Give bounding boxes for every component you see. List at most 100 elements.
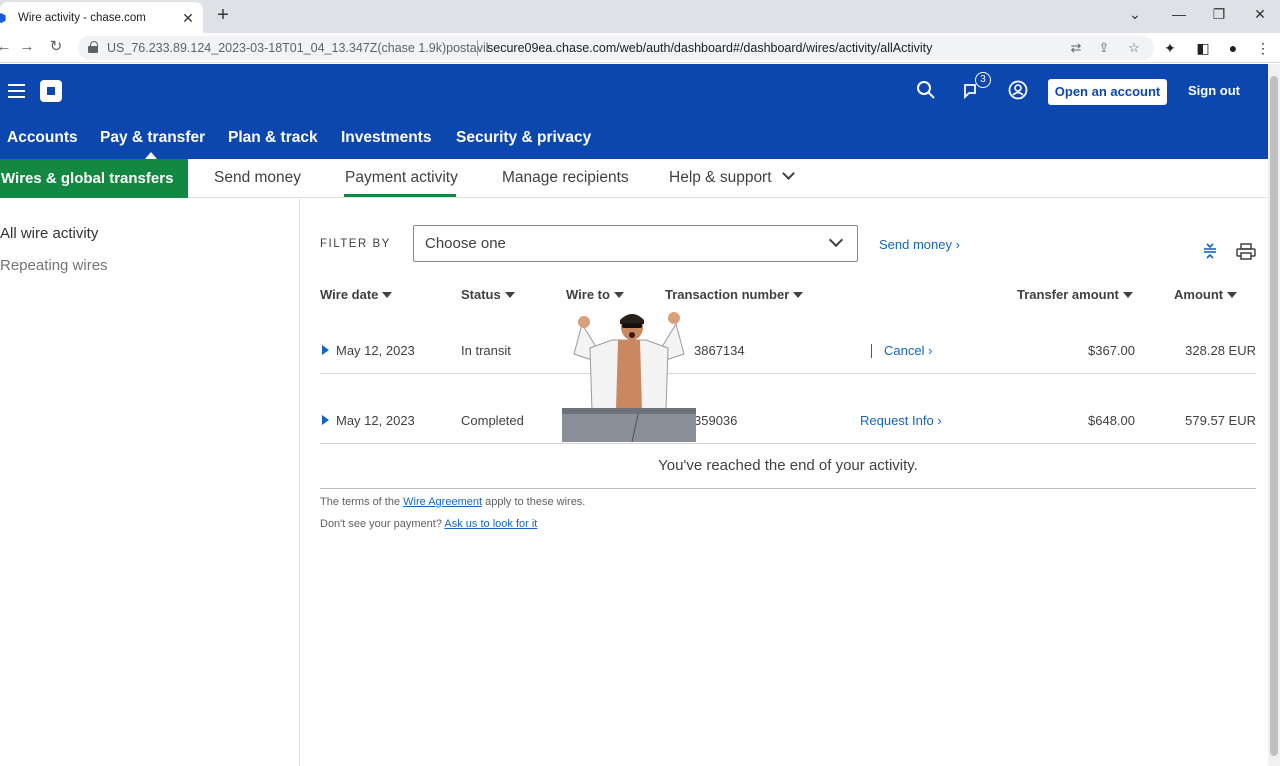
row-date: May 12, 2023	[336, 413, 415, 428]
request-info-link[interactable]: Request Info ›	[860, 413, 942, 428]
sub-nav: Wires & global transfers Send money Paym…	[0, 159, 1268, 198]
new-tab-icon[interactable]: +	[213, 5, 233, 25]
sign-out-button[interactable]: Sign out	[1188, 83, 1240, 98]
tab-manage-recipients[interactable]: Manage recipients	[502, 169, 629, 187]
row-transaction-number: 3867134	[694, 343, 745, 358]
chase-favicon-icon: ⬢	[0, 10, 7, 25]
col-transaction-number[interactable]: Transaction number	[665, 287, 804, 302]
expand-row-icon[interactable]	[322, 415, 329, 425]
help-support-label: Help & support	[669, 169, 772, 186]
chevron-right-icon: ›	[937, 413, 942, 428]
tab-close-icon[interactable]: ✕	[180, 10, 196, 26]
extensions-icon[interactable]: ✦	[1160, 38, 1180, 58]
filter-select[interactable]: Choose one	[413, 225, 858, 262]
table-row[interactable]: May 12, 2023 Completed 359036 Request In…	[320, 374, 1256, 444]
send-money-link[interactable]: Send money ›	[879, 237, 960, 252]
sort-icon	[1122, 292, 1133, 298]
action-divider	[871, 344, 872, 358]
wire-agreement-link[interactable]: Wire Agreement	[403, 496, 482, 508]
minimize-icon[interactable]: —	[1165, 4, 1193, 24]
search-icon[interactable]	[915, 79, 937, 101]
share-icon[interactable]: ⇪	[1094, 38, 1114, 58]
vertical-scrollbar[interactable]	[1268, 64, 1280, 766]
chevron-right-icon: ›	[955, 237, 960, 252]
terms-note: The terms of the Wire Agreement apply to…	[320, 496, 585, 508]
active-nav-caret	[145, 152, 157, 159]
browser-tab-bar: ⬢ Wire activity - chase.com ✕ + ⌄ — ❐ ✕	[0, 0, 1280, 33]
menu-icon[interactable]	[8, 84, 25, 98]
collapse-all-icon[interactable]	[1202, 241, 1218, 259]
bookmark-star-icon[interactable]: ☆	[1124, 38, 1144, 58]
col-wire-to-label: Wire to	[566, 287, 610, 302]
filter-value: Choose one	[425, 235, 506, 252]
row-amount: 579.57 EUR	[1185, 413, 1256, 428]
notification-badge: 3	[975, 72, 991, 88]
restore-icon[interactable]: ❐	[1205, 4, 1233, 24]
back-icon[interactable]: ←	[0, 37, 14, 57]
active-tab-underline	[344, 194, 456, 197]
request-info-label: Request Info	[860, 413, 934, 428]
lock-icon	[88, 41, 98, 54]
open-account-button[interactable]: Open an account	[1048, 79, 1167, 105]
sidebar-item-all-wire-activity[interactable]: All wire activity	[0, 225, 98, 242]
address-bar[interactable]: US_76.233.89.124_2023-03-18T01_04_13.347…	[78, 36, 1154, 60]
reload-icon[interactable]: ↻	[46, 37, 66, 57]
col-wire-to[interactable]: Wire to	[566, 287, 624, 302]
chevron-right-icon: ›	[928, 343, 933, 358]
tab-search-icon[interactable]: ⌄	[1121, 4, 1149, 24]
tab-send-money[interactable]: Send money	[214, 169, 301, 187]
divider	[320, 488, 1256, 489]
nav-plan-track[interactable]: Plan & track	[228, 129, 318, 147]
row-date: May 12, 2023	[336, 343, 415, 358]
col-transfer-amount[interactable]: Transfer amount	[1017, 287, 1133, 302]
print-icon[interactable]	[1236, 243, 1256, 260]
profile-icon[interactable]: ●	[1223, 38, 1243, 58]
end-of-activity-message: You've reached the end of your activity.	[658, 457, 918, 474]
side-panel-icon[interactable]: ◧	[1193, 38, 1213, 58]
celebrating-man-sticker	[562, 312, 696, 442]
sort-icon	[504, 292, 515, 298]
expand-row-icon[interactable]	[322, 345, 329, 355]
missing-prefix: Don't see your payment?	[320, 518, 442, 530]
col-amount[interactable]: Amount	[1174, 287, 1238, 302]
translate-icon[interactable]: ⇄	[1066, 38, 1086, 58]
nav-accounts[interactable]: Accounts	[7, 129, 78, 147]
browser-toolbar: ← → ↻ US_76.233.89.124_2023-03-18T01_04_…	[0, 33, 1280, 63]
col-wire-date[interactable]: Wire date	[320, 287, 393, 302]
browser-menu-icon[interactable]: ⋮	[1253, 38, 1273, 58]
col-status[interactable]: Status	[461, 287, 515, 302]
address-url: secure09ea.chase.com/web/auth/dashboard#…	[487, 41, 933, 55]
nav-security-privacy[interactable]: Security & privacy	[456, 129, 591, 147]
profile-icon[interactable]	[1007, 79, 1029, 101]
row-amount: 328.28 EUR	[1185, 343, 1256, 358]
wire-sidebar: All wire activity Repeating wires	[0, 199, 300, 766]
forward-icon[interactable]: →	[17, 37, 37, 57]
chevron-down-icon	[828, 232, 844, 248]
tab-payment-activity[interactable]: Payment activity	[345, 169, 458, 187]
tab-wires-global-transfers[interactable]: Wires & global transfers	[0, 159, 188, 198]
chase-logo[interactable]	[40, 80, 62, 102]
chevron-down-icon	[781, 167, 795, 180]
cancel-link[interactable]: Cancel ›	[884, 343, 932, 358]
ask-us-link[interactable]: Ask us to look for it	[444, 518, 537, 530]
row-status: In transit	[461, 343, 511, 358]
address-hint: US_76.233.89.124_2023-03-18T01_04_13.347…	[107, 41, 489, 55]
sidebar-item-repeating-wires[interactable]: Repeating wires	[0, 257, 108, 274]
nav-pay-transfer[interactable]: Pay & transfer	[100, 129, 205, 147]
row-transfer-amount: $648.00	[1088, 413, 1135, 428]
scrollbar-thumb[interactable]	[1270, 76, 1278, 756]
sort-icon	[793, 292, 804, 298]
address-separator	[477, 40, 478, 56]
col-transaction-number-label: Transaction number	[665, 287, 790, 302]
row-transfer-amount: $367.00	[1088, 343, 1135, 358]
window-close-icon[interactable]: ✕	[1246, 4, 1274, 24]
row-status: Completed	[461, 413, 524, 428]
col-amount-label: Amount	[1174, 287, 1224, 302]
table-row[interactable]: May 12, 2023 In transit 3867134 Cancel ›…	[320, 304, 1256, 374]
missing-payment-note: Don't see your payment? Ask us to look f…	[320, 518, 537, 530]
tab-help-support[interactable]: Help & support	[669, 167, 795, 187]
chase-header: 3 Open an account Sign out Accounts Pay …	[0, 64, 1268, 159]
nav-investments[interactable]: Investments	[341, 129, 431, 147]
sort-icon	[382, 292, 393, 298]
browser-tab[interactable]: ⬢ Wire activity - chase.com ✕	[0, 2, 203, 33]
